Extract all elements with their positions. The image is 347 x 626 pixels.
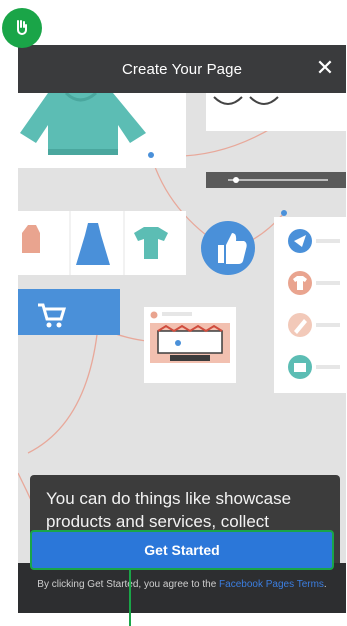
- like-thumb-icon: [201, 221, 255, 275]
- get-started-button[interactable]: Get Started: [30, 530, 334, 570]
- annotation-badge: [2, 8, 42, 48]
- facebook-pages-terms-link[interactable]: Facebook Pages Terms: [219, 579, 324, 590]
- send-icon: [288, 229, 312, 253]
- close-icon[interactable]: ✕: [314, 57, 336, 79]
- create-page-screen: Create Your Page ✕ You can do things lik…: [18, 45, 346, 613]
- page-title: Create Your Page: [121, 60, 243, 78]
- hand-pointer-icon: [17, 20, 27, 35]
- illustration: You can do things like showcase products…: [18, 93, 346, 563]
- terms-suffix: .: [323, 579, 327, 590]
- shirt-icon: [288, 271, 312, 295]
- annotation-pointer-line: [129, 570, 131, 626]
- terms-text: By clicking Get Started, you agree to th…: [24, 578, 340, 591]
- header-bar: Create Your Page ✕: [18, 45, 346, 93]
- bag-icon: [288, 355, 312, 379]
- pencil-icon: [288, 313, 312, 337]
- footer: Get Started By clicking Get Started, you…: [18, 530, 346, 613]
